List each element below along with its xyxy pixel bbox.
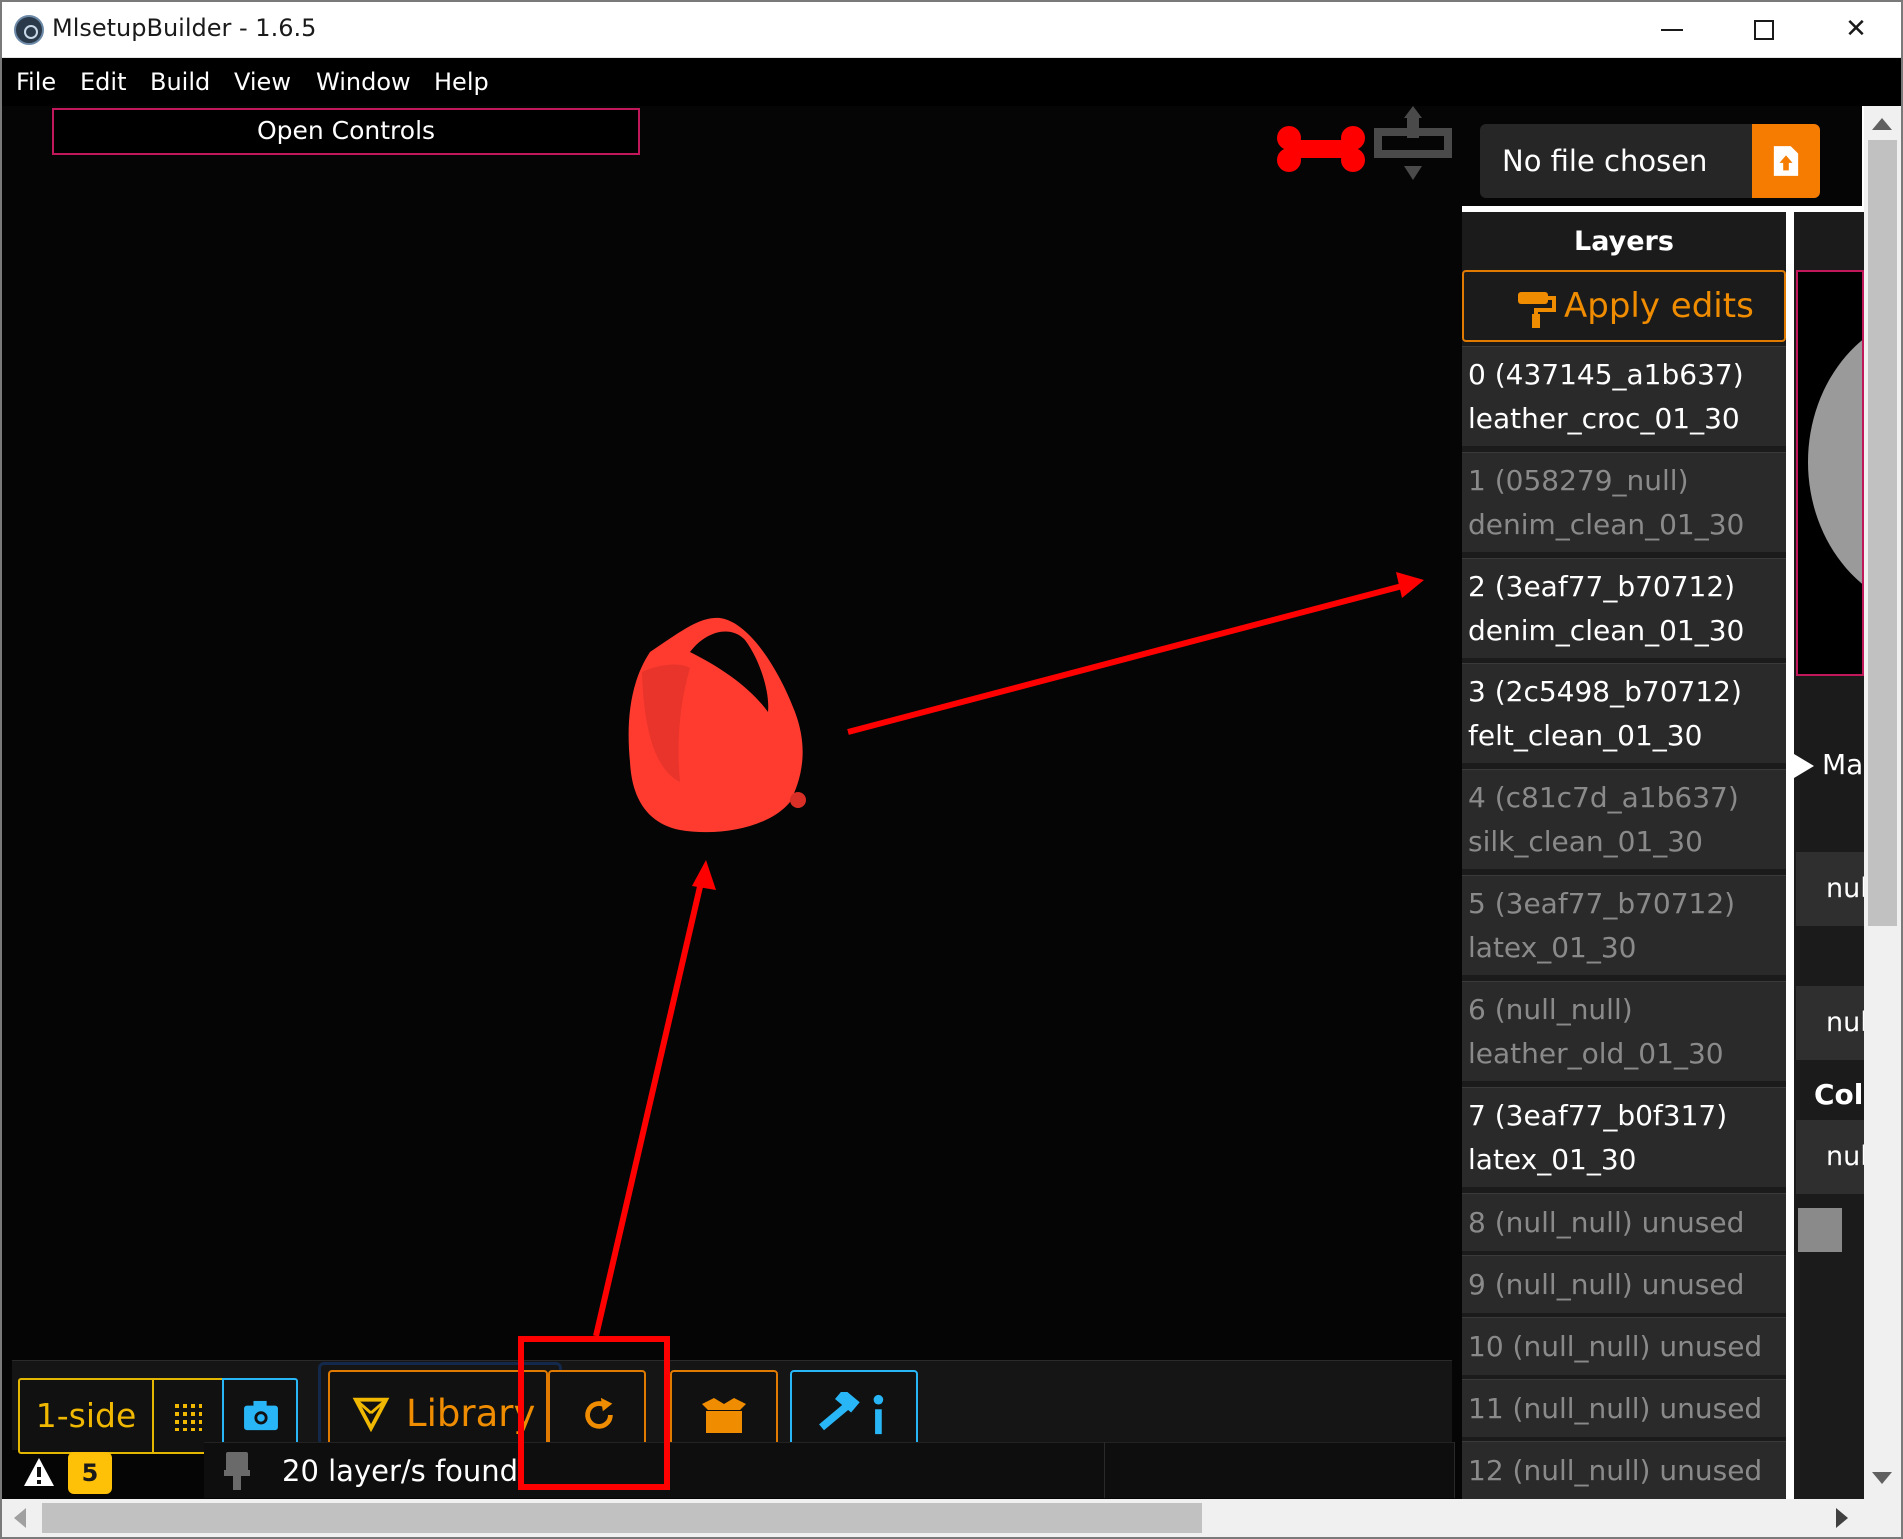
triangle-right-icon xyxy=(1794,754,1814,778)
layer-id: 10 (null_null) unused xyxy=(1468,1330,1763,1363)
window-title: MlsetupBuilder - 1.6.5 xyxy=(52,14,317,42)
scroll-right-icon[interactable] xyxy=(1836,1508,1848,1528)
layer-item-7[interactable]: 7 (3eaf77_b0f317) latex_01_30 xyxy=(1462,1087,1786,1187)
vertical-scrollbar-thumb[interactable] xyxy=(1868,140,1897,926)
layer-id: 4 (c81c7d_a1b637) xyxy=(1468,781,1739,814)
layer-id: 12 (null_null) unused xyxy=(1468,1454,1763,1487)
layer-item-9[interactable]: 9 (null_null) unused xyxy=(1462,1255,1786,1313)
layer-material: denim_clean_01_30 xyxy=(1468,508,1745,541)
menu-file[interactable]: File xyxy=(16,68,56,96)
layer-id: 1 (058279_null) xyxy=(1468,464,1689,497)
warning-count-badge[interactable]: 5 xyxy=(68,1452,112,1494)
layer-item-12[interactable]: 12 (null_null) unused xyxy=(1462,1441,1786,1499)
title-bar: MlsetupBuilder - 1.6.5 ✕ xyxy=(0,0,1903,58)
close-button[interactable]: ✕ xyxy=(1810,0,1902,58)
menu-window[interactable]: Window xyxy=(316,68,411,96)
layer-item-3[interactable]: 3 (2c5498_b70712) felt_clean_01_30 xyxy=(1462,663,1786,763)
minimize-button[interactable] xyxy=(1626,0,1718,58)
menu-bar: File Edit Build View Window Help xyxy=(0,58,1903,106)
material-section-label: Ma xyxy=(1822,748,1864,781)
scroll-down-icon[interactable] xyxy=(1872,1472,1892,1484)
material-preview[interactable] xyxy=(1796,270,1864,676)
layers-found-text: 20 layer/s found xyxy=(282,1454,519,1488)
layer-item-5[interactable]: 5 (3eaf77_b70712) latex_01_30 xyxy=(1462,875,1786,975)
color-select-field[interactable]: nul xyxy=(1796,1120,1864,1194)
camera-icon xyxy=(244,1400,278,1431)
maximize-button[interactable] xyxy=(1718,0,1810,58)
scroll-left-icon[interactable] xyxy=(14,1508,26,1528)
scrollbar-corner xyxy=(1864,1499,1901,1537)
layer-id: 0 (437145_a1b637) xyxy=(1468,358,1744,391)
material-select-field[interactable]: nul xyxy=(1796,852,1864,926)
layer-item-1[interactable]: 1 (058279_null) denim_clean_01_30 xyxy=(1462,452,1786,552)
layer-id: 11 (null_null) unused xyxy=(1468,1392,1763,1425)
layer-id: 9 (null_null) unused xyxy=(1468,1268,1745,1301)
library-label: Library xyxy=(406,1392,536,1435)
hammer-info-icon xyxy=(819,1392,884,1435)
brush-icon xyxy=(224,1452,250,1490)
layer-id: 5 (3eaf77_b70712) xyxy=(1468,887,1736,920)
layers-title: Layers xyxy=(1574,226,1674,257)
bone-icon[interactable] xyxy=(1276,126,1366,172)
layer-material: silk_clean_01_30 xyxy=(1468,825,1703,858)
layer-id: 3 (2c5498_b70712) xyxy=(1468,675,1742,708)
status-divider xyxy=(1454,1442,1455,1498)
horizontal-scrollbar-thumb[interactable] xyxy=(42,1503,1202,1533)
open-box-icon xyxy=(702,1398,746,1433)
one-side-toggle[interactable]: 1-side xyxy=(18,1378,154,1454)
layer-id: 2 (3eaf77_b70712) xyxy=(1468,570,1736,603)
library-icon xyxy=(352,1397,390,1432)
menu-view[interactable]: View xyxy=(234,68,291,96)
layer-material: leather_old_01_30 xyxy=(1468,1037,1724,1070)
dotted-grid-icon xyxy=(175,1403,202,1431)
maximize-icon xyxy=(1754,19,1774,40)
open-controls-button[interactable]: Open Controls xyxy=(52,108,640,155)
menu-help[interactable]: Help xyxy=(434,68,489,96)
layer-item-11[interactable]: 11 (null_null) unused xyxy=(1462,1379,1786,1437)
layer-material: latex_01_30 xyxy=(1468,1143,1637,1176)
layer-id: 8 (null_null) unused xyxy=(1468,1206,1745,1239)
file-upload-icon xyxy=(1773,146,1799,176)
scroll-up-icon[interactable] xyxy=(1872,118,1892,130)
material-select-field[interactable]: nul xyxy=(1796,986,1864,1060)
color-label: Col xyxy=(1814,1078,1864,1111)
layer-item-6[interactable]: 6 (null_null) leather_old_01_30 xyxy=(1462,981,1786,1081)
layer-id: 6 (null_null) xyxy=(1468,993,1633,1026)
file-upload-button[interactable] xyxy=(1752,124,1820,198)
paint-roller-icon xyxy=(1518,292,1556,328)
preview-sphere xyxy=(1808,312,1862,612)
app-logo-icon xyxy=(14,15,44,45)
menu-build[interactable]: Build xyxy=(150,68,210,96)
layer-item-8[interactable]: 8 (null_null) unused xyxy=(1462,1193,1786,1251)
layer-id: 7 (3eaf77_b0f317) xyxy=(1468,1099,1728,1132)
layer-material: denim_clean_01_30 xyxy=(1468,614,1745,647)
layer-item-10[interactable]: 10 (null_null) unused xyxy=(1462,1317,1786,1375)
close-icon: ✕ xyxy=(1845,14,1867,44)
material-section-toggle[interactable]: Ma xyxy=(1794,748,1863,781)
apply-edits-button[interactable]: Apply edits xyxy=(1462,270,1786,342)
layer-material: felt_clean_01_30 xyxy=(1468,719,1703,752)
layer-item-4[interactable]: 4 (c81c7d_a1b637) silk_clean_01_30 xyxy=(1462,769,1786,869)
status-divider xyxy=(1104,1442,1105,1498)
layer-item-0[interactable]: 0 (437145_a1b637) leather_croc_01_30 xyxy=(1462,346,1786,446)
layer-material: leather_croc_01_30 xyxy=(1468,402,1740,435)
layer-material: latex_01_30 xyxy=(1468,931,1637,964)
menu-edit[interactable]: Edit xyxy=(80,68,126,96)
color-swatch[interactable] xyxy=(1798,1208,1842,1252)
minimize-icon xyxy=(1661,28,1683,31)
warning-icon[interactable] xyxy=(22,1456,56,1488)
annotation-highlight-box xyxy=(518,1336,670,1490)
file-input[interactable]: No file chosen xyxy=(1480,124,1752,198)
3d-model[interactable] xyxy=(620,612,830,840)
move-icon[interactable] xyxy=(1374,104,1452,182)
layer-item-2[interactable]: 2 (3eaf77_b70712) denim_clean_01_30 xyxy=(1462,558,1786,658)
